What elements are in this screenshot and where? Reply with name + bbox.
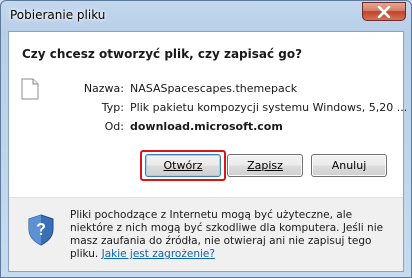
field-name-label: Nazwa: bbox=[83, 82, 124, 95]
field-name-value: NASASpacescapes.themepack bbox=[130, 82, 298, 95]
cancel-button-label: Anuluj bbox=[331, 159, 367, 172]
open-button-label: Otwórz bbox=[163, 159, 203, 172]
field-source-value: download.microsoft.com bbox=[130, 120, 283, 133]
save-button-label: Zapisz bbox=[247, 159, 283, 172]
field-source: Od: download.microsoft.com bbox=[9, 120, 405, 136]
security-warning-panel: Pliki pochodzące z Internetu mogą być uż… bbox=[9, 198, 403, 271]
close-icon bbox=[377, 5, 391, 18]
title-bar[interactable]: Pobieranie pliku bbox=[1, 1, 411, 31]
field-source-label: Od: bbox=[104, 120, 124, 133]
dialog-question: Czy chcesz otworzyć plik, czy zapisać go… bbox=[22, 47, 303, 61]
cancel-button[interactable]: Anuluj bbox=[311, 154, 387, 177]
field-type: Typ: Plik pakietu kompozycji systemu Win… bbox=[9, 101, 408, 117]
window-title: Pobieranie pliku bbox=[10, 8, 106, 22]
open-button[interactable]: Otwórz bbox=[145, 154, 221, 177]
download-dialog-window: Pobieranie pliku Czy chcesz otworzyć pli… bbox=[0, 0, 412, 278]
dialog-content: Czy chcesz otworzyć plik, czy zapisać go… bbox=[8, 31, 408, 272]
field-type-label: Typ: bbox=[101, 101, 124, 114]
risk-info-link[interactable]: Jakie jest zagrożenie? bbox=[102, 248, 215, 260]
security-shield-icon bbox=[28, 214, 54, 246]
save-button[interactable]: Zapisz bbox=[227, 154, 303, 177]
field-name: Nazwa: NASASpacescapes.themepack bbox=[9, 82, 405, 98]
security-warning-text: Pliki pochodzące z Internetu mogą być uż… bbox=[70, 209, 390, 261]
field-type-value: Plik pakietu kompozycji systemu Windows,… bbox=[130, 101, 408, 114]
close-button[interactable] bbox=[362, 2, 406, 21]
